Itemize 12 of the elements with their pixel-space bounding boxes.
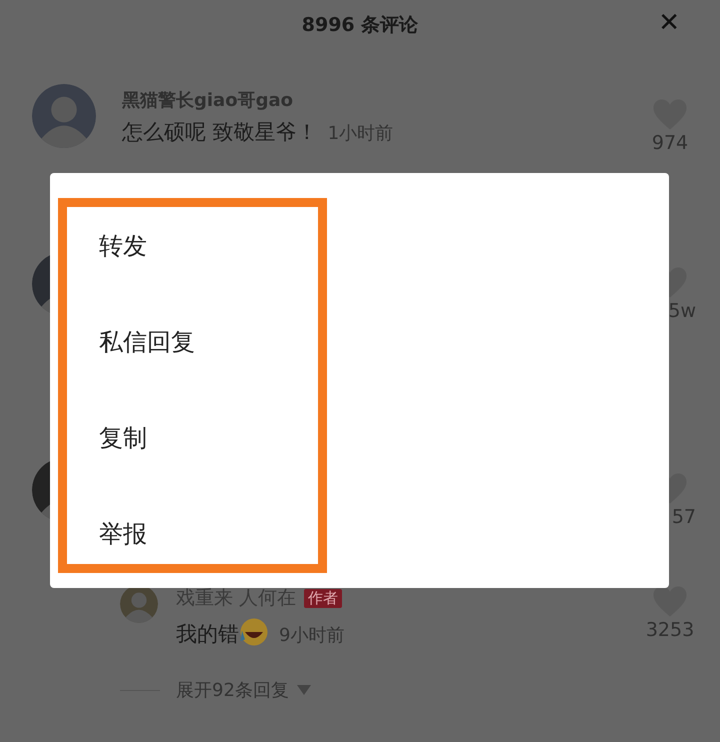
heart-icon[interactable] [652, 585, 688, 618]
reply-text: 我的错 [176, 617, 269, 648]
comments-title: 8996 条评论 [302, 13, 418, 38]
caret-icon [296, 685, 311, 695]
author-tag: 作者 [304, 588, 342, 608]
avatar[interactable] [120, 585, 158, 623]
menu-item[interactable]: 举报 [50, 486, 310, 582]
comment-text: 怎么硕呢 致敬星爷！ [122, 119, 318, 146]
emoji-icon [239, 617, 269, 647]
menu-item[interactable]: 转发 [50, 198, 310, 294]
menu-item[interactable]: 私信回复 [50, 294, 310, 390]
menu-item[interactable]: 复制 [50, 390, 310, 486]
